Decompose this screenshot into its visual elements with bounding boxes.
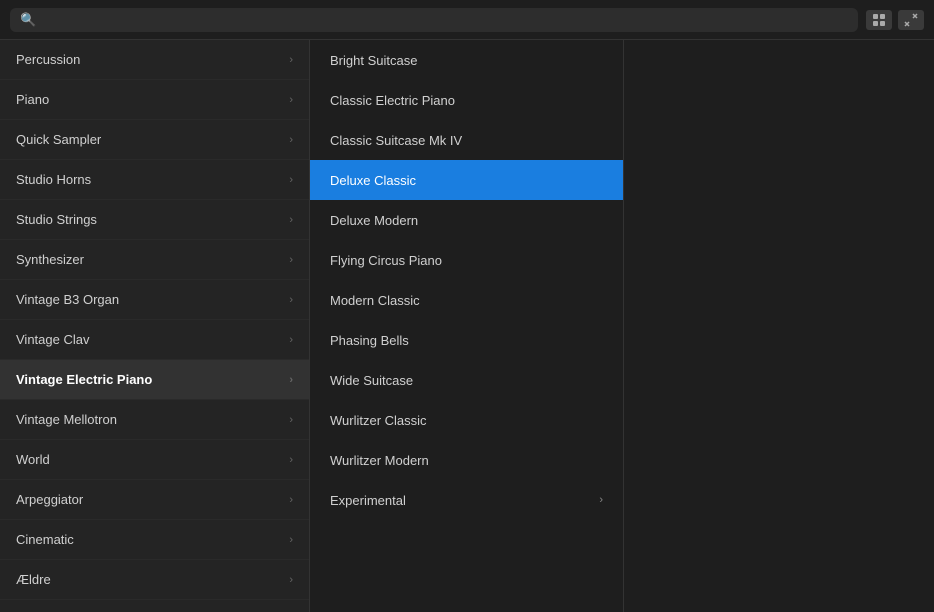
left-menu-item[interactable]: Vintage Electric Piano › [0, 360, 309, 400]
right-panel-item[interactable]: Experimental › [310, 480, 623, 520]
menu-item-label: Ældre [16, 572, 51, 587]
menu-item-label: Vintage B3 Organ [16, 292, 119, 307]
search-input-wrapper: 🔍 [10, 8, 858, 32]
search-icon: 🔍 [20, 12, 36, 28]
right-panel-item[interactable]: Classic Electric Piano [310, 80, 623, 120]
content-area: Percussion›Piano›Quick Sampler›Studio Ho… [0, 40, 934, 612]
left-menu-item[interactable]: Vintage Mellotron › [0, 400, 309, 440]
sub-item-label: Phasing Bells [330, 333, 409, 348]
left-menu-item[interactable]: Studio Strings › [0, 200, 309, 240]
menu-item-label: Synthesizer [16, 252, 84, 267]
chevron-right-icon: › [289, 534, 293, 546]
menu-item-label: Vintage Electric Piano [16, 372, 152, 387]
chevron-right-icon: › [289, 94, 293, 106]
menu-item-label: Cinematic [16, 532, 74, 547]
sub-item-label: Classic Suitcase Mk IV [330, 133, 462, 148]
right-panel-item[interactable]: Modern Classic [310, 280, 623, 320]
right-panel-item[interactable]: Flying Circus Piano [310, 240, 623, 280]
collapse-button[interactable] [898, 10, 924, 30]
chevron-right-icon: › [289, 334, 293, 346]
right-panel-item[interactable]: Bright Suitcase [310, 40, 623, 80]
menu-item-label: Arpeggiator [16, 492, 83, 507]
chevron-right-icon: › [289, 294, 293, 306]
chevron-right-icon: › [289, 214, 293, 226]
left-menu-item[interactable]: World › [0, 440, 309, 480]
left-panel: Percussion›Piano›Quick Sampler›Studio Ho… [0, 40, 310, 612]
chevron-right-icon: › [599, 494, 603, 506]
chevron-right-icon: › [289, 374, 293, 386]
sub-item-label: Wurlitzer Classic [330, 413, 427, 428]
sub-item-label: Deluxe Modern [330, 213, 418, 228]
chevron-right-icon: › [289, 174, 293, 186]
sub-item-label: Modern Classic [330, 293, 420, 308]
far-right-panel [624, 40, 934, 612]
sub-item-label: Experimental [330, 493, 406, 508]
grid-view-button[interactable] [866, 10, 892, 30]
left-menu-item[interactable]: Piano › [0, 80, 309, 120]
menu-item-label: Studio Horns [16, 172, 91, 187]
right-panel-item[interactable]: Classic Suitcase Mk IV [310, 120, 623, 160]
toolbar-icons [866, 10, 924, 30]
chevron-right-icon: › [289, 574, 293, 586]
right-panel-item[interactable]: Wide Suitcase [310, 360, 623, 400]
sub-item-label: Bright Suitcase [330, 53, 417, 68]
left-menu-item[interactable]: Vintage Clav › [0, 320, 309, 360]
left-menu-item[interactable]: Vintage B3 Organ › [0, 280, 309, 320]
right-panel-item[interactable]: Deluxe Classic [310, 160, 623, 200]
left-menu-item[interactable]: Studio Horns › [0, 160, 309, 200]
search-bar: 🔍 [0, 0, 934, 40]
right-panel-item[interactable]: Wurlitzer Classic [310, 400, 623, 440]
chevron-right-icon: › [289, 454, 293, 466]
right-panel-item[interactable]: Wurlitzer Modern [310, 440, 623, 480]
menu-item-label: Vintage Mellotron [16, 412, 117, 427]
left-menu-item[interactable]: Quick Sampler › [0, 120, 309, 160]
search-input[interactable] [42, 12, 848, 27]
chevron-right-icon: › [289, 254, 293, 266]
sub-item-label: Flying Circus Piano [330, 253, 442, 268]
right-panel-item[interactable]: Phasing Bells [310, 320, 623, 360]
menu-item-label: Vintage Clav [16, 332, 89, 347]
chevron-right-icon: › [289, 134, 293, 146]
sub-item-label: Wurlitzer Modern [330, 453, 429, 468]
left-menu-item[interactable]: Cinematic › [0, 520, 309, 560]
left-menu-item[interactable]: Arpeggiator › [0, 480, 309, 520]
menu-item-label: Quick Sampler [16, 132, 101, 147]
left-menu-item[interactable]: Synthesizer › [0, 240, 309, 280]
chevron-right-icon: › [289, 54, 293, 66]
right-panel-item[interactable]: Deluxe Modern [310, 200, 623, 240]
menu-item-label: World [16, 452, 50, 467]
left-menu-item[interactable]: Percussion › [0, 40, 309, 80]
sub-item-label: Wide Suitcase [330, 373, 413, 388]
menu-item-label: Percussion [16, 52, 80, 67]
chevron-right-icon: › [289, 414, 293, 426]
menu-item-label: Studio Strings [16, 212, 97, 227]
sub-item-label: Classic Electric Piano [330, 93, 455, 108]
menu-item-label: Piano [16, 92, 49, 107]
sub-item-label: Deluxe Classic [330, 173, 416, 188]
chevron-right-icon: › [289, 494, 293, 506]
left-menu-item[interactable]: Ældre › [0, 560, 309, 600]
right-panel: Bright Suitcase Classic Electric Piano Cla… [310, 40, 624, 612]
